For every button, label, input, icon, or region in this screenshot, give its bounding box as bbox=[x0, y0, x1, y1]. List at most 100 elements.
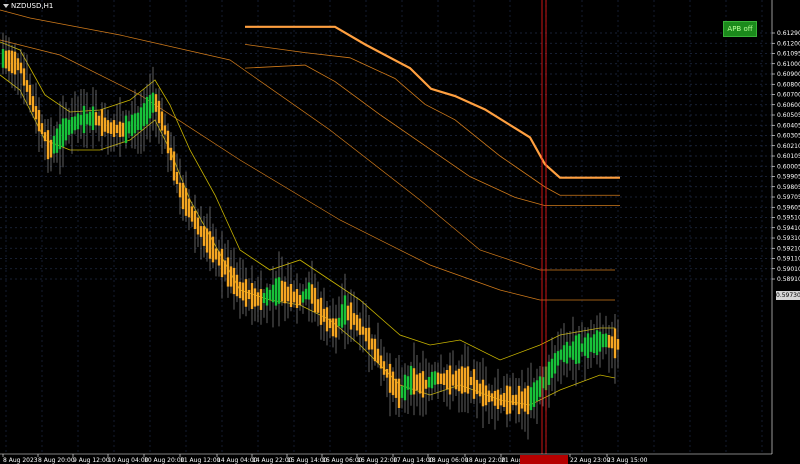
candle-bear bbox=[298, 295, 302, 305]
envelope-line-1 bbox=[0, 41, 615, 361]
dropdown-triangle-icon[interactable] bbox=[3, 4, 9, 8]
candle-bear bbox=[295, 289, 299, 308]
candle-bear bbox=[514, 394, 518, 406]
candle-bear bbox=[451, 374, 455, 386]
candle-bear bbox=[394, 378, 398, 398]
candle-bull bbox=[400, 386, 404, 398]
candle-bull bbox=[601, 334, 605, 348]
candle-bear bbox=[415, 374, 419, 391]
candle-bear bbox=[352, 313, 356, 325]
price-tick-label: 0.59605 bbox=[777, 204, 800, 211]
candle-bull bbox=[304, 288, 308, 300]
candle-bear bbox=[184, 188, 188, 216]
candle-bear bbox=[322, 308, 326, 322]
apb-toggle-button[interactable]: APB off bbox=[723, 21, 757, 37]
price-tick-label: 0.58910 bbox=[777, 276, 800, 283]
candle-bear bbox=[502, 393, 506, 407]
candle-bear bbox=[229, 266, 233, 287]
candle-bear bbox=[43, 132, 47, 142]
price-tick-label: 0.60405 bbox=[777, 122, 800, 129]
candle-bull bbox=[133, 113, 137, 134]
candle-bear bbox=[316, 299, 320, 313]
candle-bull bbox=[532, 382, 536, 407]
candle-bear bbox=[493, 390, 497, 406]
candle-bear bbox=[190, 206, 194, 222]
candle-bull bbox=[430, 371, 434, 389]
candle-bull bbox=[139, 107, 143, 130]
candle-bear bbox=[31, 96, 35, 112]
candle-bull bbox=[535, 380, 539, 402]
price-tick-label: 0.61000 bbox=[777, 61, 800, 68]
price-tick-label: 0.61095 bbox=[777, 51, 800, 58]
candle-bear bbox=[349, 302, 353, 330]
candle-bear bbox=[460, 366, 464, 394]
candle-bear bbox=[475, 379, 479, 395]
candle-bull bbox=[568, 345, 572, 358]
candle-bull bbox=[265, 287, 269, 306]
candle-bear bbox=[214, 248, 218, 260]
overlay-line-1 bbox=[245, 25, 620, 179]
candle-bear bbox=[313, 287, 317, 313]
candle-bull bbox=[553, 353, 557, 374]
candle-bear bbox=[310, 284, 314, 304]
candle-bear bbox=[457, 368, 461, 392]
candle-bear bbox=[157, 100, 161, 124]
candle-bear bbox=[97, 115, 101, 126]
price-tick-label: 0.60305 bbox=[777, 133, 800, 140]
candle-bear bbox=[289, 284, 293, 307]
candle-bear bbox=[421, 371, 425, 398]
candle-bear bbox=[205, 228, 209, 253]
candle-bear bbox=[520, 391, 524, 409]
candle-bull bbox=[70, 117, 74, 134]
candle-bear bbox=[25, 80, 29, 92]
price-tick-label: 0.61290 bbox=[777, 30, 800, 37]
candle-bear bbox=[355, 314, 359, 331]
candle-bull bbox=[277, 277, 281, 304]
candle-bear bbox=[232, 267, 236, 295]
candle-bull bbox=[88, 111, 92, 126]
candle-bear bbox=[160, 111, 164, 131]
candle-bear bbox=[373, 338, 377, 362]
candle-bull bbox=[64, 118, 68, 141]
chart-window[interactable]: 0.61290 0.61200 0.61095 0.61000 0.60900 0.608… bbox=[0, 0, 800, 464]
candle-bull bbox=[403, 374, 407, 401]
candle-bear bbox=[448, 365, 452, 395]
grid-layer bbox=[0, 0, 772, 454]
candle-bull bbox=[85, 113, 89, 125]
candle-bear bbox=[247, 289, 251, 300]
candle-bull bbox=[340, 304, 344, 328]
candle-bull bbox=[130, 114, 134, 136]
candle-bear bbox=[424, 379, 428, 389]
candle-bull bbox=[82, 105, 86, 134]
candle-bull bbox=[91, 106, 95, 131]
candle-bear bbox=[484, 385, 488, 406]
candle-bull bbox=[547, 361, 551, 385]
price-tick-label: 0.59110 bbox=[777, 256, 800, 263]
candle-bear bbox=[445, 369, 449, 390]
price-chart[interactable]: 0.61290 0.61200 0.61095 0.61000 0.60900 0.608… bbox=[0, 0, 800, 464]
candle-bear bbox=[22, 68, 26, 86]
candle-bear bbox=[391, 371, 395, 396]
candle-bear bbox=[199, 226, 203, 237]
candle-bull bbox=[151, 92, 155, 113]
candle-bull bbox=[556, 351, 560, 366]
candle-bear bbox=[382, 361, 386, 375]
candle-bull bbox=[76, 113, 80, 130]
candle-bull bbox=[67, 119, 71, 135]
candle-bear bbox=[388, 363, 392, 393]
overlay-line-2 bbox=[244, 43, 620, 196]
price-tick-label: 0.59705 bbox=[777, 194, 800, 201]
candle-bull bbox=[142, 103, 146, 127]
candle-bear bbox=[370, 338, 374, 350]
candle-bear bbox=[193, 210, 197, 230]
candle-bull bbox=[604, 333, 608, 348]
candle-bear bbox=[319, 297, 323, 325]
candle-bear bbox=[196, 217, 200, 235]
price-tick-label: 0.61200 bbox=[777, 40, 800, 47]
candle-bear bbox=[325, 307, 329, 332]
candles bbox=[1, 32, 620, 440]
candle-bear bbox=[208, 231, 212, 259]
candle-bear bbox=[202, 226, 206, 246]
candle-bull bbox=[559, 349, 563, 360]
candle-bear bbox=[169, 147, 173, 161]
